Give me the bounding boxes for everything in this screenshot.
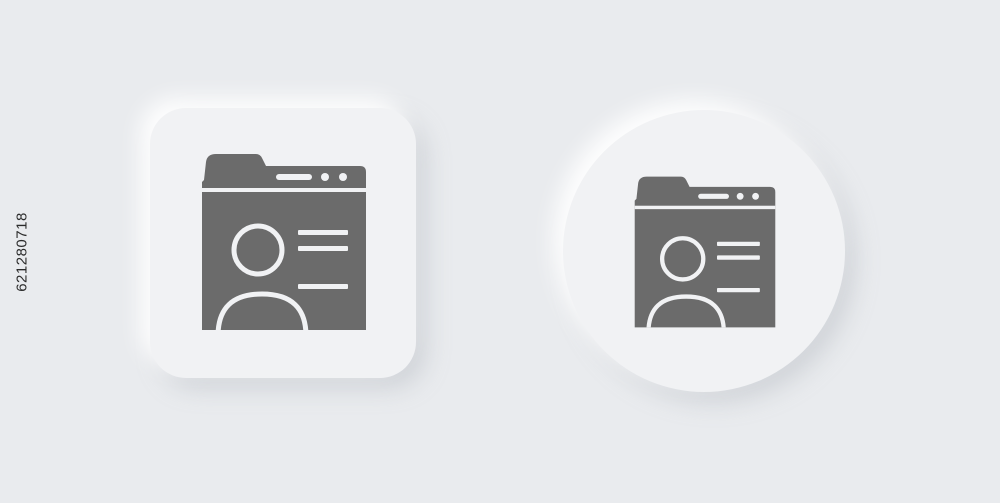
circle-icon-tile[interactable] xyxy=(563,110,845,392)
profile-browser-window-icon xyxy=(634,176,776,328)
stock-id-label: 621280718 xyxy=(13,212,31,292)
square-icon-tile[interactable] xyxy=(150,108,416,378)
profile-browser-window-icon xyxy=(202,154,366,330)
